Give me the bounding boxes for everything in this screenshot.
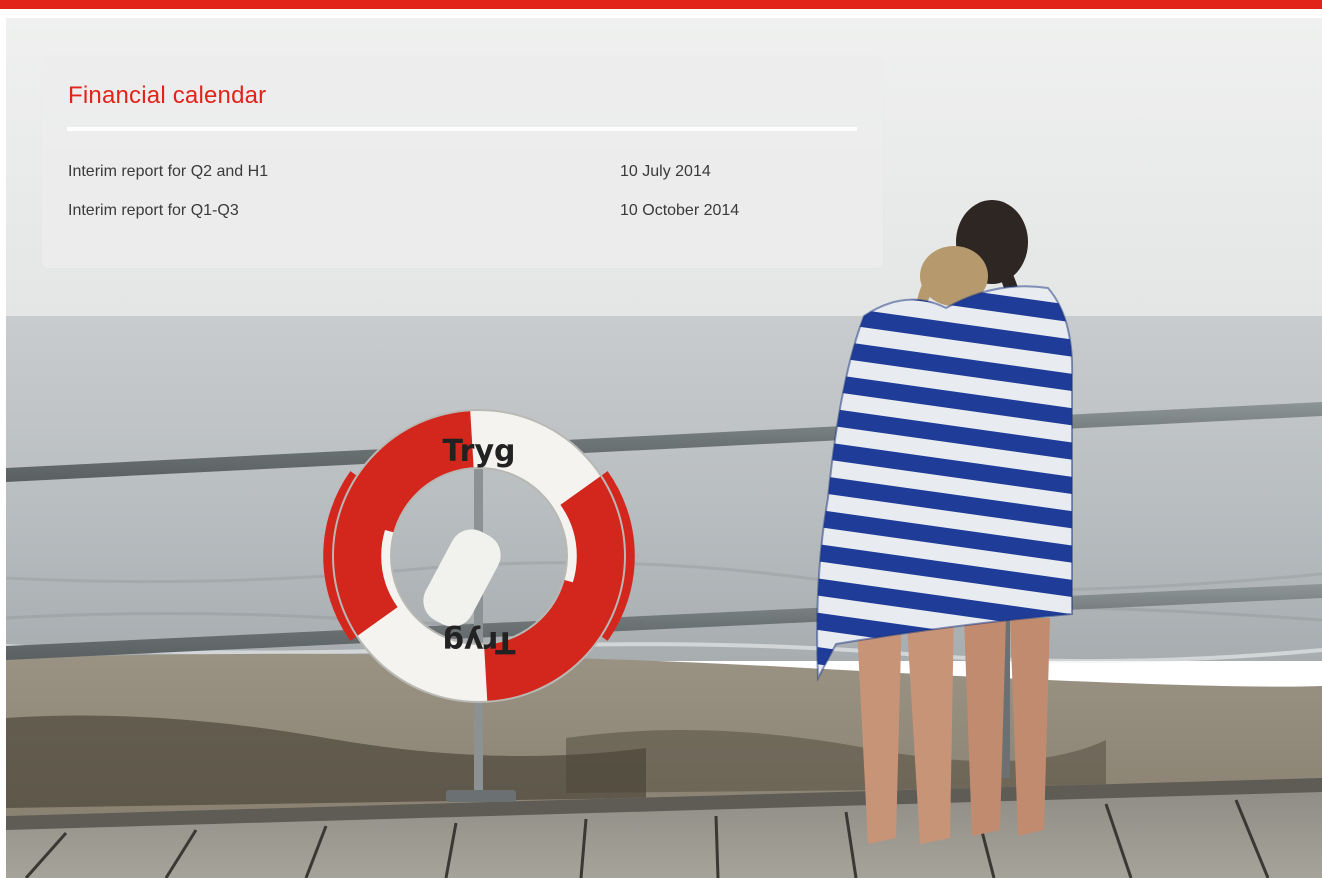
- top-accent-bar: [0, 0, 1322, 9]
- event-label: Interim report for Q1-Q3: [68, 202, 239, 219]
- event-label: Interim report for Q2 and H1: [68, 163, 269, 180]
- calendar-title: Financial calendar: [68, 82, 267, 109]
- title-divider: [67, 127, 857, 131]
- calendar-event-row: Interim report for Q2 and H1 10 July 201…: [68, 163, 858, 187]
- lifebuoy-text-top: Tryg: [443, 434, 516, 469]
- lifebuoy-text-bottom: Tryg: [443, 624, 516, 659]
- calendar-event-row: Interim report for Q1-Q3 10 October 2014: [68, 202, 858, 226]
- event-date: 10 October 2014: [620, 202, 740, 219]
- financial-calendar-panel: Financial calendar Interim report for Q2…: [42, 56, 883, 268]
- event-date: 10 July 2014: [620, 163, 711, 180]
- lifebuoy: Tryg Tryg: [323, 409, 635, 703]
